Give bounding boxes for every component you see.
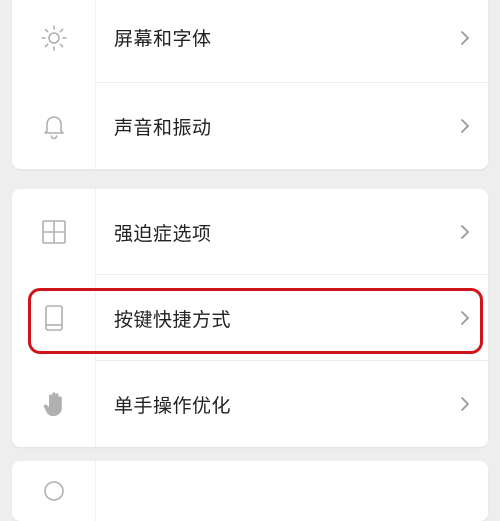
hand-icon (43, 392, 62, 416)
icon-cell (12, 83, 96, 169)
bell-icon (43, 116, 64, 140)
settings-item-label: 屏幕和字体 (114, 28, 212, 50)
icon-cell (12, 361, 96, 447)
grid-icon (41, 220, 66, 244)
chevron-right-icon (460, 310, 470, 326)
settings-item-label: 声音和振动 (114, 116, 212, 139)
chevron-right-icon (460, 118, 470, 134)
settings-group-display-sound: 屏幕和字体 声音和振动 (12, 0, 488, 169)
settings-group-partial (12, 461, 488, 521)
chevron-right-icon (460, 224, 470, 240)
settings-item-one-hand[interactable]: 单手操作优化 (12, 361, 488, 447)
icon-cell (12, 461, 96, 521)
settings-item-label: 单手操作优化 (114, 394, 232, 417)
icon-cell (12, 0, 96, 83)
settings-item-partial[interactable] (12, 461, 488, 521)
phone-icon (44, 305, 63, 331)
sun-icon (40, 24, 67, 51)
icon-cell (12, 189, 96, 275)
chevron-right-icon (460, 396, 470, 412)
settings-item-label: 强迫症选项 (114, 222, 212, 245)
settings-item-label: 按键快捷方式 (114, 308, 232, 331)
icon-cell (12, 275, 96, 361)
settings-item-screen-font[interactable]: 屏幕和字体 (12, 0, 488, 83)
settings-item-sound-vibration[interactable]: 声音和振动 (12, 83, 488, 169)
circle-icon (43, 481, 64, 501)
settings-group-operation: 强迫症选项 按键快捷方式 单手操作优化 (12, 189, 488, 447)
settings-item-ocd-options[interactable]: 强迫症选项 (12, 189, 488, 275)
chevron-right-icon (460, 30, 470, 46)
settings-item-key-shortcuts[interactable]: 按键快捷方式 (12, 275, 488, 361)
